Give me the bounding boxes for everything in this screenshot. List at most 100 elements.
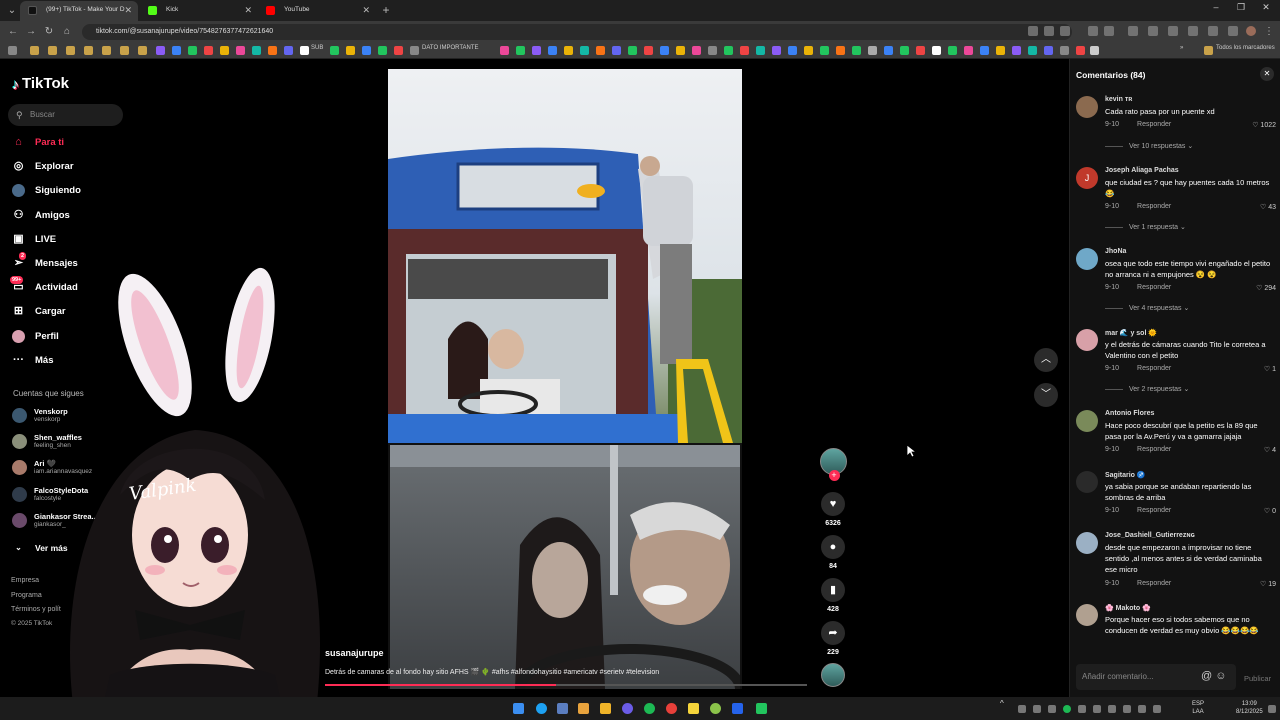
- bookmark-icon[interactable]: [836, 46, 845, 55]
- bookmark-icon[interactable]: [500, 46, 509, 55]
- clock[interactable]: 13:09 8/12/2025: [1236, 700, 1263, 716]
- home-button-icon[interactable]: ⌂: [60, 25, 74, 39]
- twitch-bookmark-icon[interactable]: [156, 46, 165, 55]
- folder-icon[interactable]: [102, 46, 111, 55]
- folder-icon[interactable]: [1204, 46, 1213, 55]
- apps-icon[interactable]: [8, 46, 17, 55]
- bookmark-icon[interactable]: [740, 46, 749, 55]
- new-tab-button[interactable]: +: [378, 3, 394, 18]
- folder-icon[interactable]: [48, 46, 57, 55]
- bookmark-icon[interactable]: [916, 46, 925, 55]
- previous-video-button[interactable]: ︿: [1034, 348, 1058, 372]
- bookmark-icon[interactable]: [788, 46, 797, 55]
- language-indicator[interactable]: ESP LAA: [1192, 700, 1204, 716]
- comment-user[interactable]: JhoNa: [1105, 248, 1126, 255]
- notification-icon[interactable]: [1268, 705, 1276, 713]
- bookmark-icon[interactable]: [772, 46, 781, 55]
- puzzle-icon[interactable]: [1104, 26, 1114, 36]
- back-icon[interactable]: ←: [6, 25, 20, 39]
- like-button[interactable]: ♥ 6326: [818, 492, 848, 527]
- bookmark-icon[interactable]: [612, 46, 621, 55]
- bookmark-icon[interactable]: [932, 46, 941, 55]
- comment-like-button[interactable]: ♡ 1022: [1252, 121, 1276, 129]
- bookmark-icon[interactable]: [948, 46, 957, 55]
- bookmark-icon[interactable]: [564, 46, 573, 55]
- tab-youtube[interactable]: YouTube ✕: [258, 1, 376, 21]
- app-icon[interactable]: [666, 703, 677, 714]
- comment-user[interactable]: mar 🌊 y sol 🌞: [1105, 329, 1157, 337]
- windows-start-icon[interactable]: [513, 703, 524, 714]
- tab-close-icon[interactable]: ✕: [362, 1, 370, 19]
- chevron-right-icon[interactable]: »: [1180, 45, 1183, 51]
- bookmark-icon[interactable]: [236, 46, 245, 55]
- avatar[interactable]: [1076, 329, 1098, 351]
- bookmark-icon[interactable]: [284, 46, 293, 55]
- bookmark-icon[interactable]: [660, 46, 669, 55]
- forward-icon[interactable]: →: [24, 25, 38, 39]
- comment-like-button[interactable]: ♡ 4: [1264, 446, 1276, 454]
- emoji-icon[interactable]: ☺: [1215, 670, 1226, 682]
- tab-close-icon[interactable]: ✕: [124, 1, 132, 19]
- profile-avatar[interactable]: [1246, 26, 1256, 36]
- search-input[interactable]: ⚲ Buscar: [8, 104, 123, 126]
- comment-user[interactable]: 🌸 Makoto 🌸: [1105, 604, 1151, 612]
- tray-icon[interactable]: [1048, 705, 1056, 713]
- bookmark-icon[interactable]: [362, 46, 371, 55]
- bookmark-icon[interactable]: [708, 46, 717, 55]
- bookmark-icon[interactable]: [300, 46, 309, 55]
- app-icon[interactable]: [557, 703, 568, 714]
- downloads-icon[interactable]: [1168, 26, 1178, 36]
- tray-icon[interactable]: [1108, 705, 1116, 713]
- bookmark-icon[interactable]: [548, 46, 557, 55]
- nav-explorar[interactable]: ◎ Explorar: [12, 160, 74, 173]
- tab-groups-icon[interactable]: [1228, 26, 1238, 36]
- follow-plus-icon[interactable]: +: [828, 470, 840, 481]
- app-icon[interactable]: [710, 703, 721, 714]
- bookmark-dato-importante[interactable]: DATO IMPORTANTE: [422, 45, 479, 51]
- comment-like-button[interactable]: ♡ 19: [1260, 580, 1276, 588]
- tray-chevron-icon[interactable]: ^: [1000, 700, 1004, 708]
- app-icon[interactable]: [536, 703, 547, 714]
- view-replies-button[interactable]: Ver 2 respuestas ⌄: [1105, 385, 1189, 393]
- comment-user[interactable]: Antonio Flores: [1105, 410, 1154, 417]
- bookmark-icon[interactable]: [884, 46, 893, 55]
- bookmark-icon[interactable]: [268, 46, 277, 55]
- tray-icon[interactable]: [1153, 705, 1161, 713]
- minimize-icon[interactable]: –: [1206, 2, 1226, 12]
- publish-button[interactable]: Publicar: [1244, 674, 1271, 683]
- bookmark-icon[interactable]: [964, 46, 973, 55]
- tray-icon[interactable]: [1063, 705, 1071, 713]
- bookmark-icon[interactable]: [900, 46, 909, 55]
- next-video-button[interactable]: ﹀: [1034, 383, 1058, 407]
- star-icon[interactable]: [1060, 26, 1070, 36]
- tiktok-logo[interactable]: ♪ TikTok: [12, 75, 69, 92]
- tab-search-icon[interactable]: ⌄: [4, 3, 20, 18]
- comment-user[interactable]: Joseph Aliaga Pachas: [1105, 167, 1179, 174]
- bookmark-icon[interactable]: [804, 46, 813, 55]
- bookmark-icon[interactable]: [204, 46, 213, 55]
- avatar[interactable]: [1076, 248, 1098, 270]
- tray-icon[interactable]: [1138, 705, 1146, 713]
- folder-icon[interactable]: [66, 46, 75, 55]
- avatar[interactable]: [1076, 532, 1098, 554]
- bookmark-icon[interactable]: [1090, 46, 1099, 55]
- window-close-icon[interactable]: ✕: [1256, 2, 1276, 13]
- app-icon[interactable]: [622, 703, 633, 714]
- reply-button[interactable]: Responder: [1137, 446, 1171, 453]
- comment-like-button[interactable]: ♡ 294: [1256, 284, 1276, 292]
- file-explorer-icon[interactable]: [600, 703, 611, 714]
- video-player[interactable]: [388, 69, 742, 689]
- bookmark-icon[interactable]: [1028, 46, 1037, 55]
- bookmark-icon[interactable]: [852, 46, 861, 55]
- folder-icon[interactable]: [84, 46, 93, 55]
- bookmark-icon[interactable]: [1076, 46, 1085, 55]
- comment-user[interactable]: Sagitario ♐: [1105, 471, 1146, 479]
- bookmark-icon[interactable]: [252, 46, 261, 55]
- bookmark-icon[interactable]: [1012, 46, 1021, 55]
- reply-button[interactable]: Responder: [1137, 580, 1171, 587]
- sidebar-icon[interactable]: [1208, 26, 1218, 36]
- maximize-icon[interactable]: ❐: [1231, 2, 1251, 13]
- bookmark-icon[interactable]: [676, 46, 685, 55]
- tab-kick[interactable]: Kick ✕: [140, 1, 258, 21]
- bookmark-icon[interactable]: [580, 46, 589, 55]
